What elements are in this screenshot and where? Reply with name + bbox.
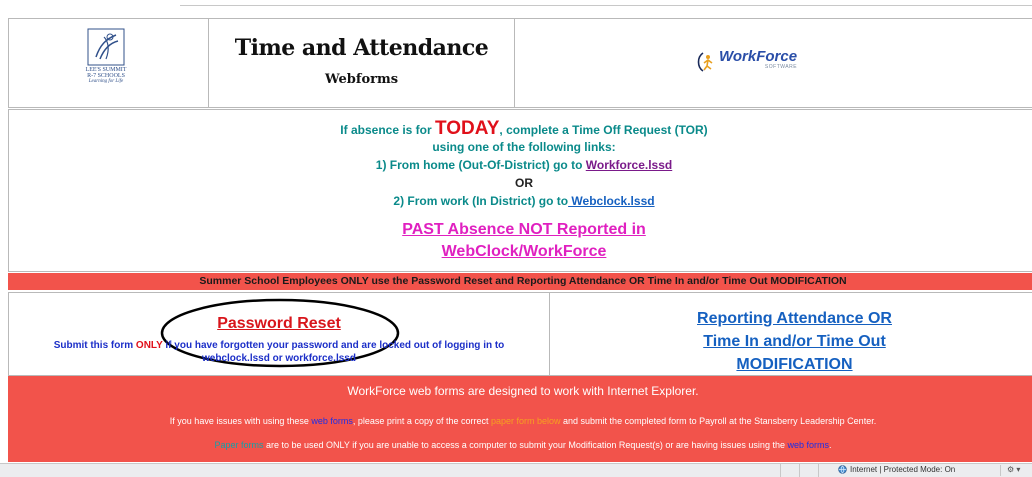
page-subtitle: Webforms: [324, 72, 399, 87]
school-emblem-icon: [87, 28, 125, 66]
status-bar-panels: [780, 464, 837, 477]
instruction-line-1-suffix: , complete a Time Off Request (TOR): [499, 123, 708, 137]
password-reset-cell: Password Reset Submit this form ONLY if …: [9, 293, 550, 375]
school-logo[interactable]: LEE'S SUMMIT R-7 SCHOOLS Learning for Li…: [77, 27, 135, 91]
instruction-line-3: 1) From home (Out-Of-District) go to Wor…: [9, 158, 1032, 172]
or-separator: OR: [515, 176, 533, 190]
security-zone[interactable]: Internet | Protected Mode: On: [838, 465, 955, 474]
reporting-attendance-link-line2[interactable]: Time In and/or Time Out: [550, 330, 1032, 353]
instruction-line-5-prefix: 2) From work (In District) go to: [393, 194, 569, 208]
workforce-figure-icon: [697, 52, 713, 72]
instruction-line-1: If absence is for TODAY, complete a Time…: [9, 118, 1032, 140]
browser-status-bar: Internet | Protected Mode: On ⚙ ▾: [0, 463, 1032, 477]
reporting-attendance-link-line1[interactable]: Reporting Attendance OR: [550, 307, 1032, 330]
notice-line-2-c: and submit the completed form to Payroll…: [560, 416, 877, 426]
browser-notice-box: WorkForce web forms are designed to work…: [8, 376, 1032, 462]
paper-form-text: paper form below: [490, 416, 561, 426]
notice-line-2: If you have issues with using these web …: [8, 416, 1032, 426]
notice-line-3: Paper forms are to be used ONLY if you a…: [8, 440, 1032, 450]
submit-suffix: if you have forgotten your password and …: [162, 340, 505, 351]
past-absence-link-line1[interactable]: PAST Absence NOT Reported in: [9, 219, 1032, 241]
past-absence-link-line2[interactable]: WebClock/WorkForce: [9, 241, 1032, 263]
forms-row: Password Reset Submit this form ONLY if …: [8, 292, 1032, 376]
header-table: LEE'S SUMMIT R-7 SCHOOLS Learning for Li…: [8, 18, 1032, 108]
password-reset-link[interactable]: Password Reset: [9, 315, 549, 333]
workforce-name: WorkForce: [719, 48, 798, 65]
paper-forms-text: Paper forms: [214, 440, 264, 450]
instruction-line-1-prefix: If absence is for: [340, 123, 435, 137]
reporting-attendance-cell: Reporting Attendance OR Time In and/or T…: [550, 293, 1032, 375]
globe-icon: [838, 465, 847, 474]
instruction-line-3-prefix: 1) From home (Out-Of-District) go to: [375, 158, 586, 172]
webclock-link[interactable]: Webclock.lssd: [568, 194, 654, 208]
password-reset-description: Submit this form ONLY if you have forgot…: [9, 339, 549, 365]
reporting-attendance-link-line3[interactable]: MODIFICATION: [550, 353, 1032, 376]
instruction-line-2: using one of the following links:: [432, 140, 616, 154]
school-tagline: Learning for Life: [88, 79, 124, 84]
zoom-control[interactable]: ⚙ ▾: [1000, 465, 1020, 476]
notice-line-3-end: .: [828, 440, 832, 450]
instructions-box: If absence is for TODAY, complete a Time…: [8, 109, 1032, 272]
school-logo-cell: LEE'S SUMMIT R-7 SCHOOLS Learning for Li…: [9, 19, 209, 107]
workforce-sub: SOFTWARE: [764, 64, 798, 70]
title-cell: Time and Attendance Webforms: [209, 19, 515, 107]
submit-prefix: Submit this form: [53, 340, 136, 351]
submit-only-emphasis: ONLY: [135, 340, 163, 351]
workforce-logo-cell: WorkForce SOFTWARE: [515, 19, 1032, 107]
today-emphasis: TODAY: [435, 118, 500, 139]
top-divider: [180, 5, 1032, 6]
submit-line2: webclock.lssd or workforce.lssd: [202, 353, 356, 364]
workforce-logo[interactable]: WorkForce SOFTWARE: [695, 48, 798, 73]
notice-line-2-b: , please print a copy of the correct: [352, 416, 491, 426]
page-title: Time and Attendance: [234, 35, 489, 61]
security-zone-text: Internet | Protected Mode: On: [850, 465, 956, 474]
notice-line-1: WorkForce web forms are designed to work…: [347, 384, 699, 398]
instruction-line-5: 2) From work (In District) go to Webcloc…: [9, 194, 1032, 208]
workforce-link[interactable]: Workforce.lssd: [586, 158, 672, 172]
summer-school-banner: Summer School Employees ONLY use the Pas…: [8, 273, 1032, 290]
notice-line-2-a: If you have issues with using these: [169, 416, 312, 426]
web-forms-link[interactable]: web forms: [311, 416, 353, 426]
web-forms-link-2[interactable]: web forms: [787, 440, 829, 450]
notice-line-3-a: are to be used ONLY if you are unable to…: [263, 440, 788, 450]
